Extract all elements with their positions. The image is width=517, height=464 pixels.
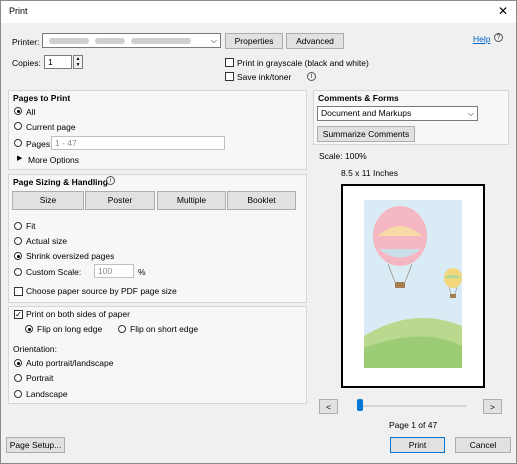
- tab-multiple[interactable]: Multiple: [157, 191, 226, 210]
- help-link[interactable]: Help: [473, 34, 490, 44]
- printer-select[interactable]: ⌵: [42, 33, 221, 48]
- printer-name-redacted: [131, 38, 191, 44]
- preview-illustration: [364, 200, 462, 368]
- pages-header: Pages to Print: [13, 93, 71, 103]
- page-slider-thumb[interactable]: [357, 399, 363, 411]
- comments-select[interactable]: Document and Markups ⌵: [317, 106, 478, 121]
- page-setup-button[interactable]: Page Setup...: [6, 437, 65, 453]
- pages-all-label: All: [26, 107, 36, 117]
- info-icon[interactable]: i: [307, 72, 316, 81]
- auto-orientation-radio[interactable]: [14, 359, 22, 367]
- fit-radio[interactable]: [14, 222, 22, 230]
- tab-poster[interactable]: Poster: [85, 191, 155, 210]
- grayscale-label: Print in grayscale (black and white): [237, 58, 369, 68]
- paper-size-label: 8.5 x 11 Inches: [341, 168, 399, 178]
- fit-label: Fit: [26, 221, 36, 231]
- expand-arrow-icon[interactable]: ▶: [17, 154, 22, 162]
- print-dialog: Print ✕ Printer: ⌵ Properties Advanced H…: [0, 0, 517, 464]
- shrink-radio[interactable]: [14, 252, 22, 260]
- shrink-label: Shrink oversized pages: [26, 251, 115, 261]
- title-bar: Print ✕: [1, 1, 516, 23]
- tab-size[interactable]: Size: [12, 191, 84, 210]
- actual-size-radio[interactable]: [14, 237, 22, 245]
- pages-range-input[interactable]: 1 - 47: [51, 136, 225, 150]
- page-slider-track[interactable]: [357, 405, 467, 407]
- custom-scale-radio[interactable]: [14, 268, 22, 276]
- print-button[interactable]: Print: [390, 437, 445, 453]
- summarize-comments-button[interactable]: Summarize Comments: [317, 126, 415, 142]
- orientation-label: Orientation:: [13, 344, 57, 354]
- custom-scale-label: Custom Scale:: [26, 267, 82, 277]
- landscape-radio[interactable]: [14, 390, 22, 398]
- close-icon[interactable]: ✕: [498, 4, 508, 18]
- both-sides-label: Print on both sides of paper: [26, 309, 130, 319]
- chevron-down-icon: ⌵: [210, 36, 217, 45]
- copies-input[interactable]: 1: [44, 55, 72, 69]
- flip-long-label: Flip on long edge: [37, 324, 103, 334]
- auto-orientation-label: Auto portrait/landscape: [26, 358, 114, 368]
- portrait-radio[interactable]: [14, 374, 22, 382]
- pages-current-label: Current page: [26, 122, 76, 132]
- landscape-label: Landscape: [26, 389, 68, 399]
- page-counter: Page 1 of 47: [389, 420, 438, 430]
- save-ink-checkbox[interactable]: [225, 72, 234, 81]
- pages-all-radio[interactable]: [14, 107, 22, 115]
- cancel-button[interactable]: Cancel: [455, 437, 511, 453]
- chevron-down-icon: ⌵: [467, 109, 474, 118]
- prev-page-button[interactable]: <: [319, 399, 338, 414]
- grayscale-checkbox[interactable]: [225, 58, 234, 67]
- pages-current-radio[interactable]: [14, 122, 22, 130]
- copies-label: Copies:: [12, 58, 41, 68]
- portrait-label: Portrait: [26, 373, 54, 383]
- copies-stepper[interactable]: ▲ ▼: [73, 55, 83, 69]
- custom-scale-input[interactable]: 100: [94, 264, 134, 278]
- flip-long-radio[interactable]: [25, 325, 33, 333]
- comments-select-value: Document and Markups: [321, 108, 412, 118]
- more-options-label[interactable]: More Options: [28, 155, 79, 165]
- next-page-button[interactable]: >: [483, 399, 502, 414]
- pages-range-label: Pages: [26, 139, 51, 149]
- advanced-button[interactable]: Advanced: [286, 33, 344, 49]
- percent-label: %: [138, 267, 146, 277]
- sizing-header: Page Sizing & Handling: [13, 177, 108, 187]
- printer-name-redacted: [49, 38, 89, 44]
- printer-name-redacted: [95, 38, 125, 44]
- tab-booklet[interactable]: Booklet: [227, 191, 296, 210]
- page-preview: [341, 184, 485, 388]
- both-sides-checkbox[interactable]: ✓: [14, 310, 23, 319]
- properties-button[interactable]: Properties: [225, 33, 283, 49]
- pages-range-radio[interactable]: [14, 139, 22, 147]
- paper-source-checkbox[interactable]: [14, 287, 23, 296]
- scale-label: Scale: 100%: [319, 151, 367, 161]
- comments-header: Comments & Forms: [318, 93, 399, 103]
- window-title: Print: [9, 6, 28, 16]
- paper-source-label: Choose paper source by PDF page size: [26, 286, 177, 296]
- info-icon[interactable]: i: [106, 176, 115, 185]
- flip-short-label: Flip on short edge: [130, 324, 199, 334]
- printer-label: Printer:: [12, 37, 40, 47]
- save-ink-label: Save ink/toner: [237, 72, 292, 82]
- flip-short-radio[interactable]: [118, 325, 126, 333]
- actual-size-label: Actual size: [26, 236, 68, 246]
- help-icon[interactable]: ?: [494, 33, 503, 42]
